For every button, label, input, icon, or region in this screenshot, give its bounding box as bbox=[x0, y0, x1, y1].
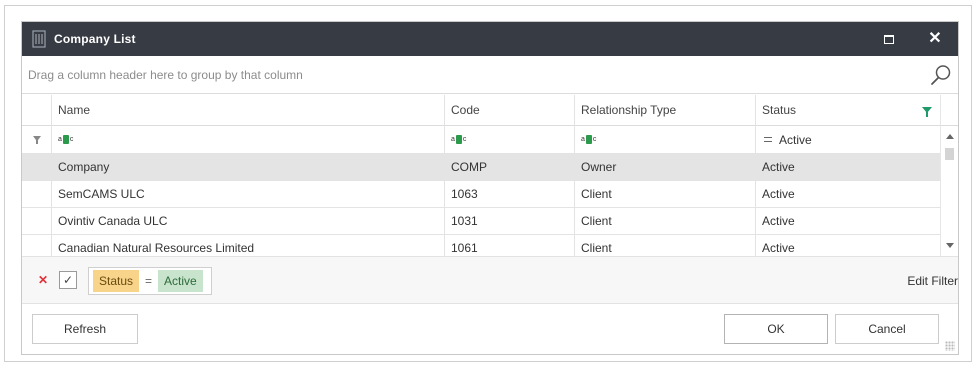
column-header-relationship-type[interactable]: Relationship Type bbox=[575, 95, 756, 126]
building-icon bbox=[32, 30, 46, 48]
filter-value-token: Active bbox=[158, 270, 203, 292]
column-header-name[interactable]: Name bbox=[52, 95, 445, 126]
column-header-code[interactable]: Code bbox=[445, 95, 575, 126]
close-icon: ✕ bbox=[928, 30, 942, 47]
code-cell[interactable]: 1063 bbox=[445, 181, 575, 208]
row-indicator bbox=[22, 235, 52, 256]
status-filter-cell[interactable]: Active bbox=[756, 126, 940, 154]
column-header-status[interactable]: Status bbox=[756, 95, 940, 126]
relationship-cell[interactable]: Client bbox=[575, 235, 756, 256]
company-grid: Name Code Relationship Type Status ac ac… bbox=[22, 95, 940, 256]
clear-filter-icon[interactable]: ✕ bbox=[38, 273, 48, 287]
row-indicator bbox=[22, 181, 52, 208]
text-contains-icon: ac bbox=[451, 135, 467, 144]
text-contains-icon: ac bbox=[58, 135, 74, 144]
filter-expression[interactable]: Status = Active bbox=[88, 267, 212, 295]
row-indicator bbox=[22, 208, 52, 235]
filter-field-token: Status bbox=[93, 270, 140, 292]
row-indicator bbox=[22, 154, 52, 181]
column-header-label: Code bbox=[451, 103, 480, 117]
group-panel[interactable]: Drag a column header here to group by th… bbox=[22, 56, 958, 94]
maximize-icon bbox=[884, 34, 894, 44]
search-icon[interactable] bbox=[930, 64, 952, 86]
scroll-down-icon[interactable] bbox=[946, 243, 954, 248]
table-row[interactable]: Ovintiv Canada ULC 1031 Client Active bbox=[22, 208, 940, 235]
status-cell[interactable]: Active bbox=[756, 235, 940, 256]
group-panel-hint: Drag a column header here to group by th… bbox=[28, 67, 303, 82]
table-row[interactable]: Company COMP Owner Active bbox=[22, 154, 940, 181]
ok-button[interactable]: OK bbox=[724, 314, 828, 344]
maximize-button[interactable] bbox=[866, 22, 912, 56]
close-button[interactable]: ✕ bbox=[912, 22, 958, 56]
relationship-cell[interactable]: Client bbox=[575, 208, 756, 235]
active-filter-icon[interactable] bbox=[922, 107, 932, 117]
filter-row-icon bbox=[32, 135, 41, 144]
name-cell[interactable]: Canadian Natural Resources Limited bbox=[52, 235, 445, 256]
name-cell[interactable]: SemCAMS ULC bbox=[52, 181, 445, 208]
column-header-label: Status bbox=[762, 103, 797, 117]
vertical-scrollbar[interactable] bbox=[940, 126, 958, 256]
edit-filter-link[interactable]: Edit Filter bbox=[907, 274, 958, 288]
code-cell[interactable]: 1061 bbox=[445, 235, 575, 256]
window-title: Company List bbox=[54, 32, 136, 46]
equals-icon bbox=[764, 137, 772, 142]
filter-operator-token: = bbox=[145, 274, 153, 288]
status-cell[interactable]: Active bbox=[756, 208, 940, 235]
cancel-button[interactable]: Cancel bbox=[835, 314, 939, 344]
column-header-label: Relationship Type bbox=[581, 103, 677, 117]
refresh-button[interactable]: Refresh bbox=[32, 314, 138, 344]
name-cell[interactable]: Ovintiv Canada ULC bbox=[52, 208, 445, 235]
table-row[interactable]: Canadian Natural Resources Limited 1061 … bbox=[22, 235, 940, 256]
text-contains-icon: ac bbox=[581, 135, 597, 144]
relationship-cell[interactable]: Client bbox=[575, 181, 756, 208]
scrollbar-header-cell bbox=[940, 95, 958, 126]
grid-header-row: Name Code Relationship Type Status bbox=[22, 95, 940, 126]
code-cell[interactable]: COMP bbox=[445, 154, 575, 181]
column-header-label: Name bbox=[58, 103, 91, 117]
title-bar[interactable]: Company List ✕ bbox=[22, 22, 958, 56]
relationship-cell[interactable]: Owner bbox=[575, 154, 756, 181]
header-indicator-cell bbox=[22, 95, 52, 126]
name-filter-cell[interactable]: ac bbox=[52, 126, 445, 154]
status-cell[interactable]: Active bbox=[756, 154, 940, 181]
scroll-up-icon[interactable] bbox=[946, 134, 954, 139]
status-filter-value: Active bbox=[779, 132, 812, 147]
code-filter-cell[interactable]: ac bbox=[445, 126, 575, 154]
resize-grip-icon[interactable] bbox=[945, 341, 955, 351]
enable-filter-checkbox[interactable]: ✓ bbox=[59, 271, 77, 289]
filter-panel: ✕ ✓ Status = Active Edit Filter bbox=[22, 256, 958, 304]
code-cell[interactable]: 1031 bbox=[445, 208, 575, 235]
relationship-filter-cell[interactable]: ac bbox=[575, 126, 756, 154]
status-cell[interactable]: Active bbox=[756, 181, 940, 208]
company-list-dialog: Company List ✕ Drag a column header here… bbox=[21, 21, 959, 355]
filter-row-indicator bbox=[22, 126, 52, 154]
name-cell[interactable]: Company bbox=[52, 154, 445, 181]
table-row[interactable]: SemCAMS ULC 1063 Client Active bbox=[22, 181, 940, 208]
scroll-thumb[interactable] bbox=[945, 148, 954, 160]
auto-filter-row: ac ac ac Active bbox=[22, 126, 940, 154]
